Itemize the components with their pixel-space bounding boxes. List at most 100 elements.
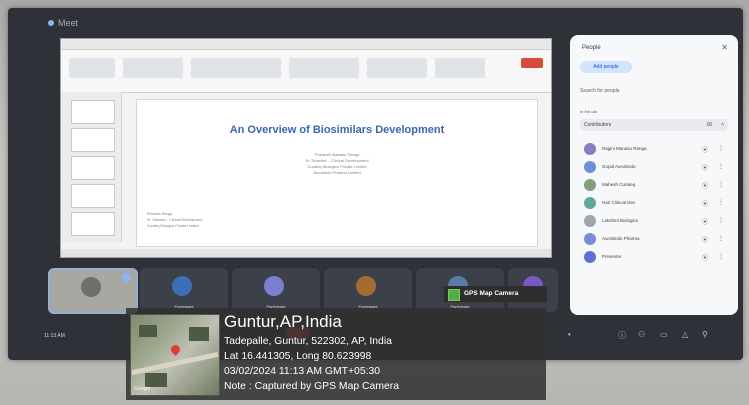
gps-coordinates: Lat 16.441305, Long 80.623998 <box>224 351 372 362</box>
meeting-clock: 11:13 AM <box>44 333 65 339</box>
avatar <box>584 143 596 155</box>
slide-thumbnail[interactable] <box>71 128 115 152</box>
participant-tile-self[interactable] <box>48 268 138 314</box>
slide-title: An Overview of Biosimilars Development <box>229 124 445 136</box>
avatar <box>584 251 596 263</box>
info-icon[interactable]: ⓘ <box>618 330 626 341</box>
participant-name: Lakshmi Biologics <box>602 218 639 223</box>
gps-badge-label: GPS Map Camera <box>464 290 519 297</box>
satellite-map-thumbnail: Google <box>130 314 220 396</box>
mic-icon[interactable]: ⦿ <box>702 145 708 154</box>
participant-row[interactable]: Lakshmi Biologics ⦿ ⋮ <box>584 215 732 229</box>
participant-row[interactable]: Mahesh Curateq ⦿ ⋮ <box>584 179 732 193</box>
map-building <box>189 327 209 341</box>
slide-footer-line: Prasanth Ranga <box>147 212 173 216</box>
gps-note: Note : Captured by GPS Map Camera <box>224 381 399 392</box>
more-icon[interactable]: ⋮ <box>718 199 724 206</box>
avatar <box>264 276 284 296</box>
avatar <box>584 179 596 191</box>
meeting-title: Meet <box>58 18 79 28</box>
record-button[interactable] <box>521 58 543 68</box>
ppt-ribbon[interactable] <box>61 50 551 93</box>
more-icon[interactable]: ⋮ <box>718 145 724 152</box>
participant-name: Aurobindo Pharma <box>602 236 640 241</box>
participant-row[interactable]: Gopal Aurobindo ⦿ ⋮ <box>584 161 732 175</box>
meet-logo-icon <box>48 20 54 26</box>
mic-icon[interactable]: ⦿ <box>702 199 708 208</box>
avatar <box>584 161 596 173</box>
ppt-status-bar <box>61 249 551 257</box>
more-icon[interactable]: ⋮ <box>718 217 724 224</box>
gps-camera-badge: GPS Map Camera <box>444 286 547 302</box>
ppt-titlebar <box>61 39 551 50</box>
more-options-icon[interactable]: • <box>568 330 571 339</box>
gps-stamp-overlay: GPS Map Camera Google Guntur,AP,India Ta… <box>126 286 547 400</box>
participant-row[interactable]: Ragini Manasu Ranga ⦿ ⋮ <box>584 143 732 157</box>
participant-tile[interactable]: Participant <box>324 268 412 312</box>
slide-footer-line: Curateq Biologics Private Limited <box>147 224 199 228</box>
avatar <box>584 197 596 209</box>
panel-title: People <box>582 45 601 51</box>
mic-icon[interactable]: ⦿ <box>702 235 708 244</box>
slide-thumbnail[interactable] <box>71 212 115 236</box>
host-controls-icon[interactable]: ⚲ <box>702 330 708 339</box>
gps-city: Guntur,AP,India <box>224 312 342 331</box>
section-label: In the call <box>580 109 598 114</box>
ribbon-group-paragraph[interactable] <box>289 58 359 78</box>
more-icon[interactable]: ⋮ <box>718 163 724 170</box>
participant-name: Gopal Aurobindo <box>602 164 636 169</box>
slide-canvas[interactable]: An Overview of Biosimilars Development P… <box>136 99 538 247</box>
slide-footer-line: Sr. Scientist – Clinical Development <box>147 218 203 222</box>
slide-presenter-name: Prasanth Manasu Ranga <box>314 152 360 157</box>
activities-icon[interactable]: △ <box>682 330 688 339</box>
people-panel: People ✕ Add people Search for people In… <box>570 35 738 315</box>
slide-company: Curateq Biologics Private Limited <box>307 164 367 169</box>
participant-name: Ragini Manasu Ranga <box>602 146 647 151</box>
add-people-button[interactable]: Add people <box>580 61 632 73</box>
participant-row[interactable]: Hari Clinical Dev ⦿ ⋮ <box>584 197 732 211</box>
participant-name: Presenter <box>602 254 622 259</box>
avatar <box>584 215 596 227</box>
participant-row[interactable]: Aurobindo Pharma ⦿ ⋮ <box>584 233 732 247</box>
chat-icon[interactable]: ▭ <box>660 330 668 339</box>
mic-icon[interactable]: ⦿ <box>702 217 708 226</box>
participant-tile[interactable]: Participant <box>140 268 228 312</box>
group-label: Contributors <box>584 122 612 128</box>
map-provider-logo: Google <box>134 386 151 392</box>
powerpoint-window: An Overview of Biosimilars Development P… <box>60 38 552 258</box>
more-icon[interactable]: ⋮ <box>718 181 724 188</box>
participant-name: Mahesh Curateq <box>602 182 636 187</box>
map-building <box>139 325 157 337</box>
participant-row[interactable]: Presenter ⦿ ⋮ <box>584 251 732 265</box>
close-icon[interactable]: ✕ <box>721 43 728 52</box>
ribbon-group-font[interactable] <box>191 58 281 78</box>
more-icon[interactable]: ⋮ <box>718 235 724 242</box>
mic-icon[interactable]: ⦿ <box>702 181 708 190</box>
participant-name: Hari Clinical Dev <box>602 200 636 205</box>
mic-icon[interactable]: ⦿ <box>702 253 708 262</box>
search-input[interactable]: Search for people <box>580 85 728 97</box>
people-icon[interactable]: ⚇ <box>638 330 645 339</box>
chevron-up-icon[interactable]: ˄ <box>721 119 724 131</box>
ribbon-group-clipboard[interactable] <box>69 58 115 78</box>
group-count: 16 <box>706 122 712 128</box>
location-pin-icon <box>169 343 182 356</box>
avatar <box>356 276 376 296</box>
avatar <box>81 277 101 297</box>
slide-parent-company: Aurobindo Pharma Limited <box>313 170 361 175</box>
slide-thumbnail[interactable] <box>71 184 115 208</box>
participant-tile[interactable]: Participant <box>232 268 320 312</box>
contributors-group[interactable]: Contributors 16 ˄ <box>580 119 728 131</box>
slide-thumbnail[interactable] <box>71 100 115 124</box>
avatar <box>584 233 596 245</box>
gps-camera-logo-icon <box>448 289 460 301</box>
ribbon-group-drawing[interactable] <box>367 58 427 78</box>
mic-icon <box>122 273 131 282</box>
mic-icon[interactable]: ⦿ <box>702 163 708 172</box>
more-icon[interactable]: ⋮ <box>718 253 724 260</box>
ribbon-group-slides[interactable] <box>123 58 183 78</box>
slide-thumbnails-pane[interactable] <box>61 92 122 242</box>
gps-address: Tadepalle, Guntur, 522302, AP, India <box>224 336 392 347</box>
slide-thumbnail[interactable] <box>71 156 115 180</box>
ribbon-group-editing[interactable] <box>435 58 485 78</box>
